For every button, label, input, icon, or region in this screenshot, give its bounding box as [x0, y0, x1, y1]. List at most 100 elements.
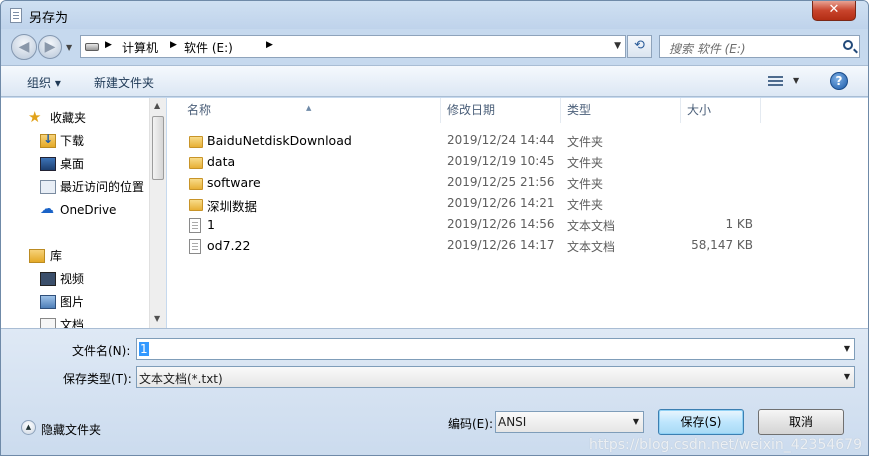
navigation-bar: ◀ ▶ ▼ ▶ 计算机 ▶ 软件 (E:) ▶ ▼ ⟲ 搜索 软件 (E:)	[1, 29, 868, 63]
text-file-icon	[189, 239, 201, 254]
filetype-select[interactable]: 文本文档(*.txt) ▼	[136, 366, 855, 388]
file-type: 文本文档	[567, 219, 616, 233]
file-type: 文件夹	[567, 156, 604, 170]
column-header-name[interactable]: 名称 ▲	[167, 98, 441, 123]
file-type: 文件夹	[567, 177, 604, 191]
back-arrow-icon: ◀	[18, 39, 30, 55]
file-row[interactable]: data 2019/12/19 10:45 文件夹	[167, 152, 867, 173]
star-icon: ★	[28, 108, 42, 126]
file-row[interactable]: 1 2019/12/26 14:56 文本文档 1 KB	[167, 215, 867, 236]
file-name: 深圳数据	[207, 199, 258, 214]
cancel-button[interactable]: 取消	[758, 409, 844, 435]
sidebar-item-onedrive[interactable]: OneDrive	[60, 201, 116, 219]
file-name: od7.22	[207, 238, 251, 253]
recent-places-icon	[40, 180, 56, 194]
forward-button[interactable]: ▶	[38, 35, 62, 59]
column-header-date[interactable]: 修改日期	[441, 98, 561, 123]
encoding-label: 编码(E):	[448, 417, 493, 431]
file-date: 2019/12/19 10:45	[447, 154, 555, 168]
sidebar-item-favorites[interactable]: 收藏夹	[50, 109, 86, 127]
filetype-label: 保存类型(T):	[63, 372, 132, 386]
encoding-select[interactable]: ANSI ▼	[495, 411, 644, 433]
folder-icon	[189, 136, 203, 148]
breadcrumb-separator-icon[interactable]: ▶	[170, 40, 177, 50]
file-date: 2019/12/26 14:21	[447, 196, 555, 210]
sidebar-item-videos[interactable]: 视频	[60, 270, 84, 288]
sidebar-item-downloads[interactable]: 下载	[60, 132, 84, 150]
search-input[interactable]: 搜索 软件 (E:)	[669, 40, 746, 57]
close-button[interactable]: ✕	[812, 1, 856, 21]
search-box[interactable]: 搜索 软件 (E:)	[659, 35, 860, 58]
sidebar-item-documents[interactable]: 文档	[60, 316, 84, 328]
file-row[interactable]: od7.22 2019/12/26 14:17 文本文档 58,147 KB	[167, 236, 867, 257]
encoding-value: ANSI	[498, 415, 527, 429]
window-title: 另存为	[29, 11, 69, 26]
sort-ascending-icon: ▲	[306, 104, 312, 112]
chevron-down-icon[interactable]: ▼	[844, 344, 850, 353]
organize-button[interactable]: 组织 ▾	[27, 74, 61, 91]
search-icon[interactable]	[843, 40, 853, 50]
sidebar-item-recent-places[interactable]: 最近访问的位置	[60, 178, 144, 196]
folder-icon	[189, 199, 203, 211]
new-folder-button[interactable]: 新建文件夹	[94, 74, 154, 91]
collapse-icon[interactable]: ▲	[21, 420, 36, 435]
filename-label: 文件名(N):	[72, 344, 131, 358]
save-button[interactable]: 保存(S)	[658, 409, 744, 435]
breadcrumb-drive[interactable]: 软件 (E:)	[184, 39, 233, 56]
view-options-icon[interactable]	[768, 76, 783, 87]
chevron-down-icon[interactable]: ▼	[633, 417, 639, 426]
sidebar-item-libraries[interactable]: 库	[50, 247, 62, 265]
address-dropdown-icon[interactable]: ▼	[614, 41, 621, 51]
file-row[interactable]: software 2019/12/25 21:56 文件夹	[167, 173, 867, 194]
file-list: 名称 ▲ 修改日期 类型 大小 BaiduNetdiskDownload 201…	[167, 98, 868, 328]
scroll-thumb[interactable]	[152, 116, 164, 180]
document-icon	[40, 318, 56, 328]
download-folder-icon	[40, 132, 56, 148]
view-dropdown-icon[interactable]: ▼	[793, 76, 799, 85]
chevron-down-icon[interactable]: ▼	[844, 372, 850, 381]
picture-icon	[40, 295, 56, 309]
notepad-icon	[10, 8, 22, 23]
file-type: 文件夹	[567, 135, 604, 149]
folder-icon	[189, 178, 203, 190]
recent-pages-dropdown[interactable]: ▼	[66, 43, 72, 52]
file-type: 文本文档	[567, 240, 616, 254]
file-date: 2019/12/26 14:17	[447, 238, 555, 252]
file-row[interactable]: BaiduNetdiskDownload 2019/12/24 14:44 文件…	[167, 131, 867, 152]
watermark: https://blog.csdn.net/weixin_42354679	[588, 437, 862, 453]
file-name: 1	[207, 217, 215, 232]
column-header-type-label: 类型	[567, 103, 592, 117]
filename-field[interactable]: 1 ▼	[136, 338, 855, 360]
sidebar-item-desktop[interactable]: 桌面	[60, 155, 84, 173]
sidebar-item-pictures[interactable]: 图片	[60, 293, 84, 311]
filetype-value: 文本文档(*.txt)	[139, 372, 223, 386]
scroll-down-icon[interactable]: ▼	[154, 314, 160, 323]
address-bar[interactable]: ▶ 计算机 ▶ 软件 (E:) ▶ ▼	[80, 35, 626, 58]
drive-icon	[85, 43, 99, 51]
refresh-button[interactable]: ⟲	[627, 35, 652, 58]
command-toolbar: 组织 ▾ 新建文件夹 ▼ ?	[1, 65, 868, 97]
help-icon[interactable]: ?	[830, 72, 848, 90]
breadcrumb-separator-icon[interactable]: ▶	[105, 40, 112, 50]
navigation-pane: ★ 收藏夹 下载 桌面 最近访问的位置 ☁ OneDrive 库 视频 图片 文…	[1, 98, 166, 328]
cloud-icon: ☁	[40, 201, 54, 217]
save-as-dialog: 另存为 ✕ ◀ ▶ ▼ ▶ 计算机 ▶ 软件 (E:) ▶ ▼ ⟲ 搜索 软件 …	[0, 0, 869, 456]
hide-folders-button[interactable]: 隐藏文件夹	[41, 421, 101, 438]
breadcrumb-separator-icon[interactable]: ▶	[266, 40, 273, 50]
file-type: 文件夹	[567, 198, 604, 212]
column-header-type[interactable]: 类型	[561, 98, 681, 123]
back-button[interactable]: ◀	[11, 34, 37, 60]
file-date: 2019/12/26 14:56	[447, 217, 555, 231]
breadcrumb-computer[interactable]: 计算机	[122, 39, 158, 56]
column-header-size[interactable]: 大小	[681, 98, 761, 123]
file-name: BaiduNetdiskDownload	[207, 133, 352, 148]
scroll-up-icon[interactable]: ▲	[154, 101, 160, 110]
file-size: 1 KB	[725, 217, 753, 231]
library-icon	[29, 249, 45, 263]
file-date: 2019/12/24 14:44	[447, 133, 555, 147]
folder-icon	[189, 157, 203, 169]
file-row[interactable]: 深圳数据 2019/12/26 14:21 文件夹	[167, 194, 867, 215]
filename-input[interactable]: 1	[139, 342, 149, 356]
refresh-icon: ⟲	[634, 38, 645, 53]
navigation-pane-scrollbar[interactable]: ▲ ▼	[149, 98, 166, 328]
